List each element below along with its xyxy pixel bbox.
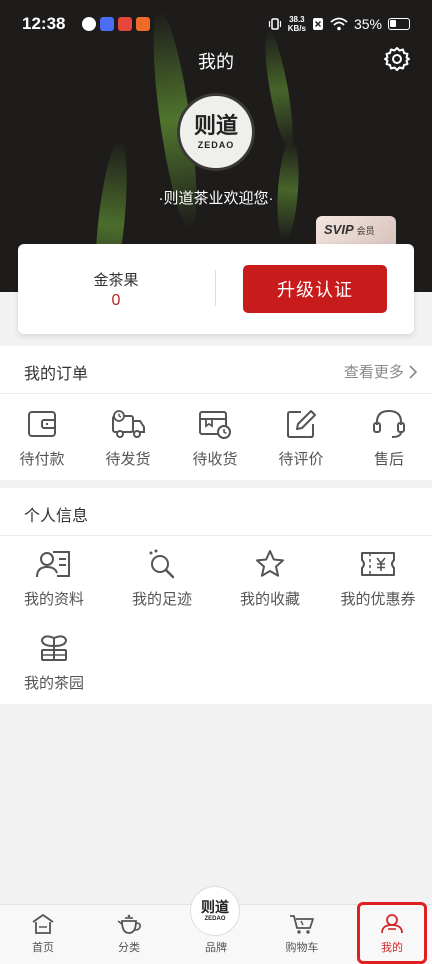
personal-header: 个人信息 xyxy=(0,488,432,536)
profile-card-icon xyxy=(36,551,70,578)
chevron-right-icon xyxy=(409,365,418,379)
points-value: 0 xyxy=(111,292,121,309)
orders-header: 我的订单 查看更多 xyxy=(0,346,432,394)
wallet-icon xyxy=(28,411,56,437)
status-right: 38.3 KB/s 35% xyxy=(268,15,410,33)
delivery-truck-icon xyxy=(112,410,145,438)
my-footprint-item[interactable]: 我的足迹 xyxy=(110,548,214,609)
coupon-icon xyxy=(361,552,395,576)
net-speed: 38.3 KB/s xyxy=(287,15,306,33)
personal-title: 个人信息 xyxy=(24,508,89,525)
gear-icon[interactable] xyxy=(382,44,412,74)
home-icon xyxy=(32,913,54,934)
orders-section: 我的订单 查看更多 待付款 待发货 待收货 待评价 售后 xyxy=(0,346,432,480)
personal-section: 个人信息 我的资料 我的足迹 我的收藏 我的优惠券 我的茶园 xyxy=(0,488,432,704)
upgrade-button[interactable]: 升级认证 xyxy=(243,265,387,313)
notification-icons xyxy=(82,17,150,31)
status-time: 12:38 xyxy=(22,14,66,33)
app-notification-icon xyxy=(100,17,114,31)
teapot-icon xyxy=(117,914,141,934)
nav-profile[interactable]: 我的 xyxy=(357,902,427,964)
app-notification-icon xyxy=(118,17,132,31)
review-pen-icon xyxy=(287,410,316,438)
battery-icon xyxy=(388,18,410,30)
my-favorites-item[interactable]: 我的收藏 xyxy=(218,548,322,609)
my-coupons-item[interactable]: 我的优惠券 xyxy=(326,548,430,609)
star-icon xyxy=(256,550,284,577)
member-card: 金茶果 0 升级认证 xyxy=(18,244,414,334)
nav-home[interactable]: 首页 xyxy=(0,905,86,964)
profile-icon xyxy=(381,914,403,934)
sim-icon xyxy=(312,18,323,30)
status-bar: 12:38 38.3 KB/s 35% xyxy=(0,0,432,50)
receive-box-icon xyxy=(199,411,231,439)
my-tea-garden-item[interactable]: 我的茶园 xyxy=(2,632,106,693)
orders-title: 我的订单 xyxy=(24,366,89,383)
battery-percent: 35% xyxy=(353,16,382,32)
my-profile-item[interactable]: 我的资料 xyxy=(2,548,106,609)
view-more-link[interactable]: 查看更多 xyxy=(344,361,418,382)
page-title: 我的 xyxy=(198,52,234,72)
divider xyxy=(215,270,216,306)
footprint-icon xyxy=(149,549,175,579)
brand-logo: 则道 ZEDAO xyxy=(177,93,255,171)
tea-garden-icon xyxy=(40,635,68,661)
app-notification-icon xyxy=(82,17,96,31)
welcome-text: ·则道茶业欢迎您· xyxy=(158,190,274,207)
nav-category[interactable]: 分类 xyxy=(86,905,172,964)
app-notification-icon xyxy=(136,17,150,31)
points-label: 金茶果 xyxy=(93,272,139,289)
headset-icon xyxy=(373,409,405,438)
order-after-sales[interactable]: 售后 xyxy=(337,408,432,469)
nav-cart[interactable]: 购物车 xyxy=(259,905,345,964)
svip-badge[interactable]: SVIP 会员 xyxy=(316,216,396,244)
cart-icon xyxy=(290,915,314,934)
vibrate-icon xyxy=(268,18,281,30)
brand-logo-icon[interactable]: 则道 ZEDAO xyxy=(190,886,240,936)
wifi-icon xyxy=(330,17,348,31)
